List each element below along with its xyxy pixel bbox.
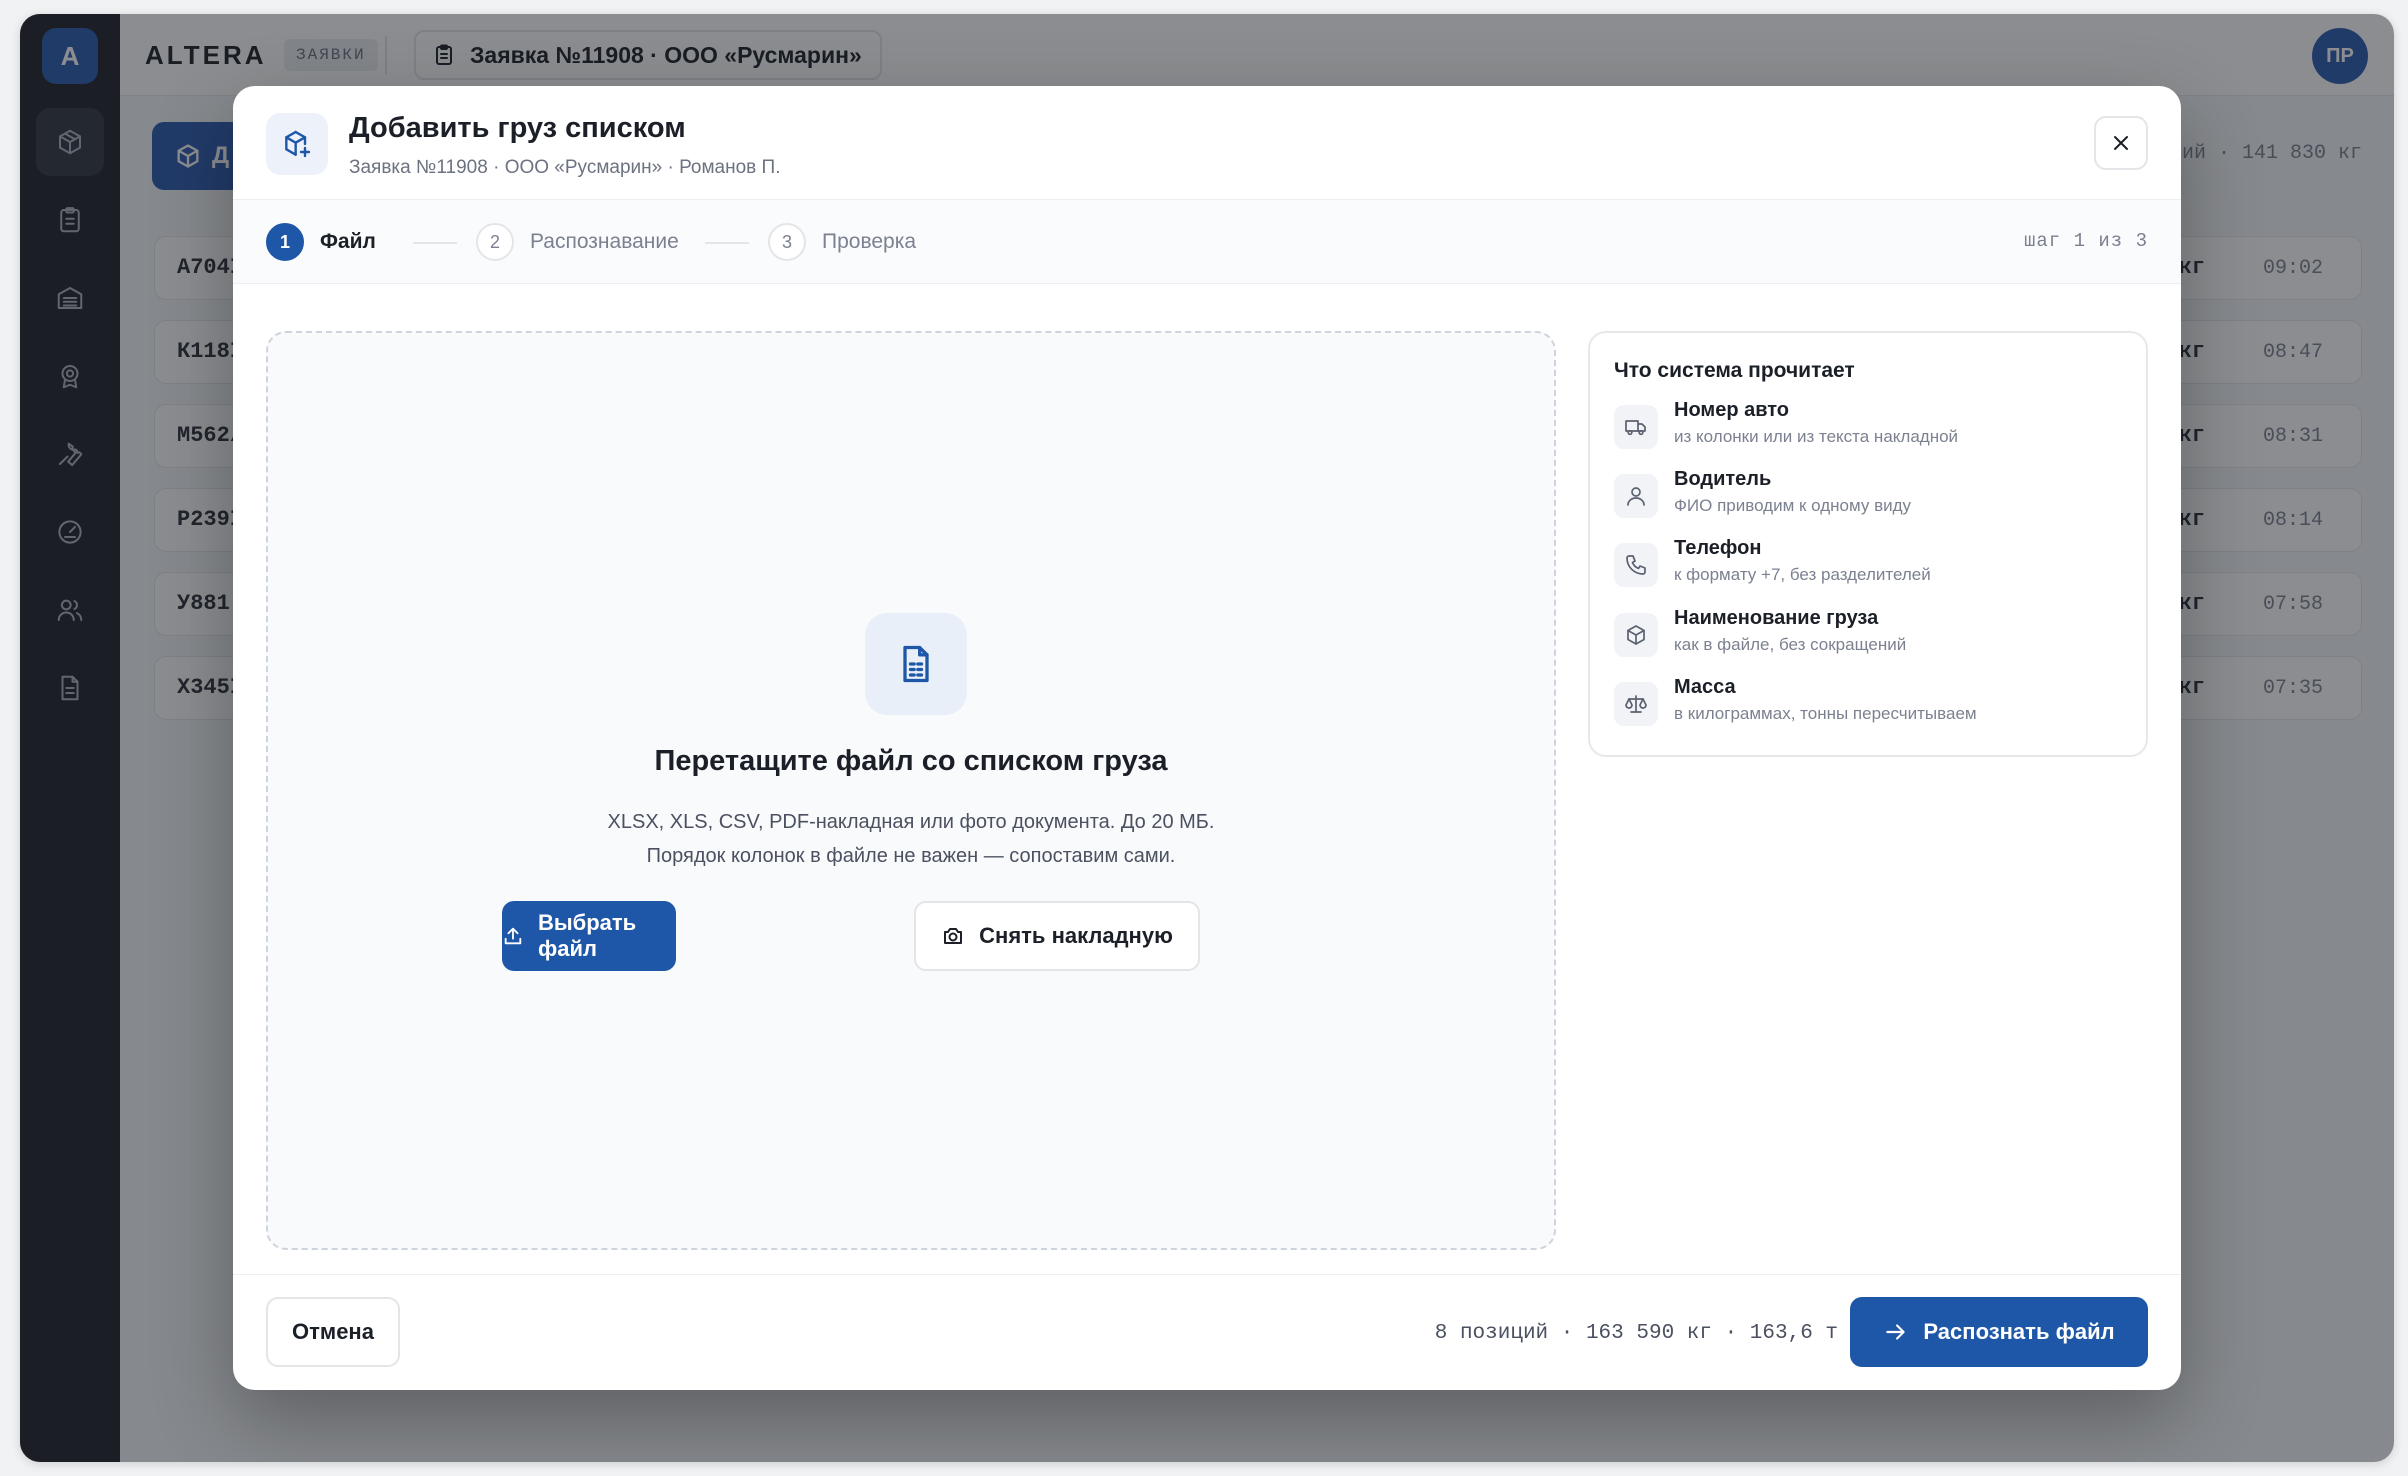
close-icon bbox=[2114, 136, 2128, 150]
file-dropzone[interactable]: Перетащите файл со списком груза XLSX, X… bbox=[266, 331, 1556, 1250]
modal-header: Добавить груз списком Заявка №11908 · ОО… bbox=[233, 86, 2181, 200]
capture-waybill-button[interactable]: Снять накладную bbox=[914, 901, 1200, 971]
info-item-desc: в килограммах, тонны пересчитываем bbox=[1674, 704, 1977, 723]
step-label: Файл bbox=[320, 230, 376, 253]
step-connector bbox=[705, 242, 749, 244]
package-icon bbox=[1614, 613, 1658, 657]
cancel-label: Отмена bbox=[292, 1319, 374, 1344]
package-add-icon bbox=[266, 113, 328, 175]
camera-icon bbox=[944, 928, 963, 944]
info-item-phone: Телефон к формату +7, без разделителей bbox=[1614, 537, 2134, 597]
info-item-title: Водитель bbox=[1674, 468, 1772, 490]
modal-footer: Отмена 8 позиций · 163 590 кг · 163,6 т … bbox=[233, 1274, 2181, 1390]
recognize-file-button[interactable]: Распознать файл bbox=[1850, 1297, 2148, 1367]
truck-icon bbox=[1614, 405, 1658, 449]
arrow-right-icon bbox=[1886, 1324, 1906, 1340]
step-number: 2 bbox=[476, 223, 514, 261]
info-item-desc: как в файле, без сокращений bbox=[1674, 635, 1907, 654]
info-item-plate: Номер авто из колонки или из текста накл… bbox=[1614, 399, 2134, 459]
info-item-title: Наименование груза bbox=[1674, 607, 1879, 629]
upload-icon bbox=[504, 927, 522, 945]
step-label: Проверка bbox=[822, 230, 917, 253]
choose-file-label: Выбрать файл bbox=[537, 910, 637, 961]
capture-waybill-label: Снять накладную bbox=[979, 923, 1173, 948]
app-window: A ALTERA ЗАЯВКИ Заявка bbox=[20, 14, 2394, 1462]
close-button[interactable] bbox=[2094, 116, 2148, 170]
modal-title: Добавить груз списком bbox=[349, 112, 686, 144]
dropzone-title: Перетащите файл со списком груза bbox=[654, 745, 1168, 777]
step-number: 1 bbox=[266, 223, 304, 261]
dropzone-formats: XLSX, XLS, CSV, PDF-накладная или фото д… bbox=[607, 811, 1215, 833]
recognition-info-panel: Что система прочитает Номер авто из коло… bbox=[1588, 331, 2148, 757]
step-label: Распознавание bbox=[530, 230, 679, 253]
phone-icon bbox=[1614, 543, 1658, 587]
info-item-desc: из колонки или из текста накладной bbox=[1674, 427, 1959, 446]
step-review[interactable]: 3 Проверка bbox=[768, 222, 916, 262]
info-item-cargo-name: Наименование груза как в файле, без сокр… bbox=[1614, 607, 2134, 667]
add-cargo-modal: Добавить груз списком Заявка №11908 · ОО… bbox=[233, 86, 2181, 1390]
info-item-driver: Водитель ФИО приводим к одному виду bbox=[1614, 468, 2134, 528]
modal-subtitle: Заявка №11908 · ООО «Русмарин» · Романов… bbox=[349, 157, 781, 178]
user-icon bbox=[1614, 474, 1658, 518]
step-recognition[interactable]: 2 Распознавание bbox=[476, 222, 679, 262]
info-item-title: Телефон bbox=[1674, 537, 1762, 559]
info-title: Что система прочитает bbox=[1614, 359, 1855, 382]
info-item-desc: ФИО приводим к одному виду bbox=[1674, 496, 1912, 515]
file-spreadsheet-icon bbox=[865, 613, 967, 715]
step-connector bbox=[413, 242, 457, 244]
recognize-file-label: Распознать файл bbox=[1923, 1319, 2115, 1344]
cancel-button[interactable]: Отмена bbox=[266, 1297, 400, 1367]
step-counter: шаг 1 из 3 bbox=[2023, 230, 2148, 252]
info-item-title: Масса bbox=[1674, 676, 1736, 698]
info-item-mass: Масса в килограммах, тонны пересчитываем bbox=[1614, 676, 2134, 736]
step-file[interactable]: 1 Файл bbox=[266, 222, 376, 262]
step-number: 3 bbox=[768, 223, 806, 261]
dropzone-columns-note: Порядок колонок в файле не важен — сопос… bbox=[646, 845, 1176, 867]
scales-icon bbox=[1614, 682, 1658, 726]
footer-summary: 8 позиций · 163 590 кг · 163,6 т bbox=[1434, 1322, 1838, 1345]
stepper: 1 Файл 2 Распознавание 3 Проверка шаг 1 … bbox=[233, 200, 2181, 284]
info-item-title: Номер авто bbox=[1674, 399, 1789, 421]
dropzone-hint: XLSX, XLS, CSV, PDF-накладная или фото д… bbox=[268, 805, 1554, 873]
info-item-desc: к формату +7, без разделителей bbox=[1674, 565, 1931, 584]
choose-file-button[interactable]: Выбрать файл bbox=[502, 901, 676, 971]
